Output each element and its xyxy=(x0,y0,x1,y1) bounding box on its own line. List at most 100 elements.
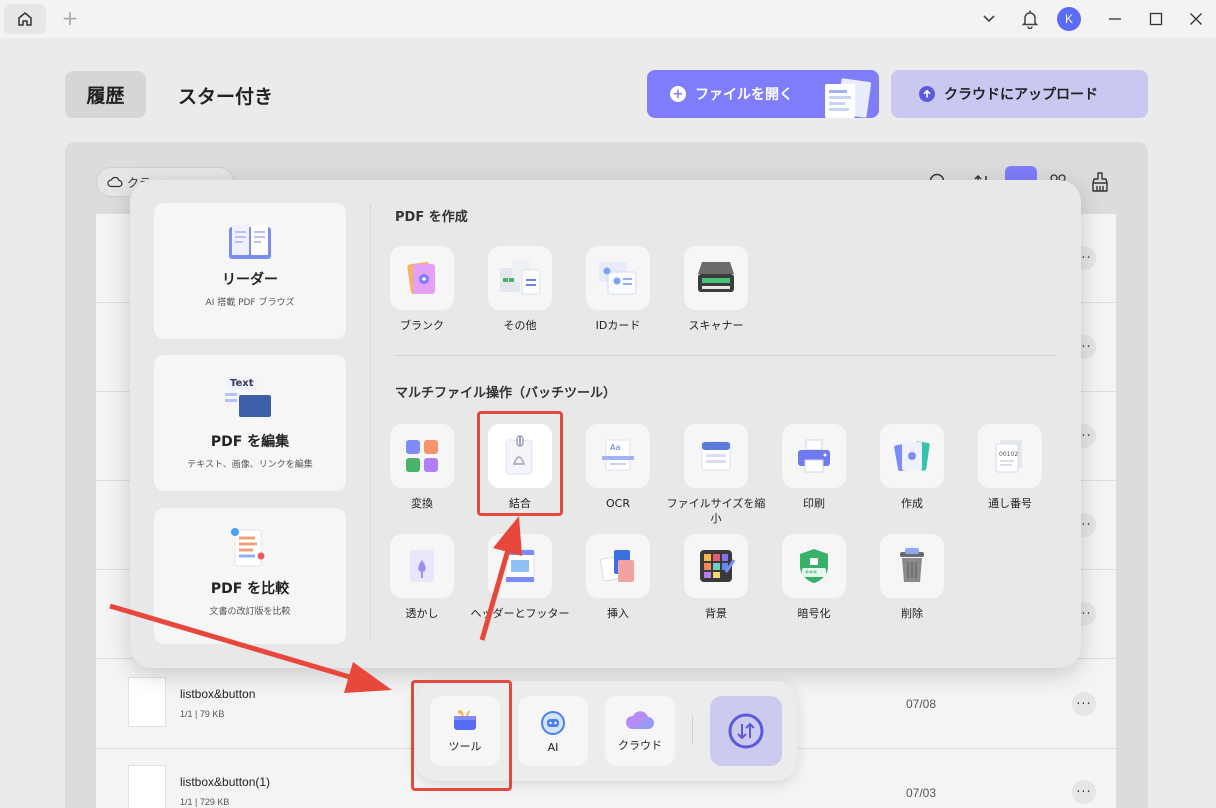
tile-label: 作成 xyxy=(901,497,923,510)
tile-label: 背景 xyxy=(705,607,727,620)
card-title: PDF を編集 xyxy=(210,434,290,450)
file-thumbnail xyxy=(128,765,166,808)
background-icon xyxy=(700,550,736,582)
sync-button[interactable] xyxy=(710,696,782,766)
close-icon[interactable] xyxy=(1185,8,1207,30)
compare-icon xyxy=(231,528,265,567)
id-card-button[interactable] xyxy=(586,246,650,310)
tile-label: 暗号化 xyxy=(797,607,831,620)
more-options-button[interactable]: ··· xyxy=(1072,780,1096,804)
delete-icon xyxy=(900,548,924,582)
background-button[interactable] xyxy=(684,534,748,598)
section-divider xyxy=(395,355,1057,356)
tile-label: 透かし xyxy=(405,607,439,620)
card-subtitle: 文書の改訂版を比較 xyxy=(209,607,291,617)
tile-label: スキャナー xyxy=(688,319,744,332)
card-title: PDF を比較 xyxy=(210,581,290,597)
file-thumbnail xyxy=(128,677,166,727)
header-footer-button[interactable] xyxy=(488,534,552,598)
blank-pdf-button[interactable] xyxy=(390,246,454,310)
tile-label: 挿入 xyxy=(607,607,629,620)
edit-text-icon: Text xyxy=(225,377,275,417)
svg-text:***: *** xyxy=(805,569,817,578)
scanner-button[interactable] xyxy=(684,246,748,310)
delete-button[interactable] xyxy=(880,534,944,598)
book-icon xyxy=(229,225,271,259)
combine-highlight-box xyxy=(477,411,563,516)
more-options-button[interactable]: ··· xyxy=(1072,692,1096,716)
svg-text:Aa: Aa xyxy=(610,443,620,452)
file-meta: 1/1 | 729 KB xyxy=(180,797,230,807)
id-card-icon xyxy=(599,262,637,295)
tile-label: その他 xyxy=(503,319,537,332)
upload-to-cloud-button[interactable]: クラウドにアップロード xyxy=(891,70,1148,118)
ocr-button[interactable]: Aa xyxy=(586,424,650,488)
tools-highlight-box xyxy=(411,680,512,791)
tile-label: ファイルサイズを縮小 xyxy=(666,497,766,525)
convert-icon xyxy=(406,440,438,472)
popup-divider xyxy=(370,204,371,642)
tile-label: IDカード xyxy=(595,319,641,332)
encrypt-button[interactable]: *** xyxy=(782,534,846,598)
user-avatar[interactable]: K xyxy=(1057,7,1081,31)
compress-button[interactable] xyxy=(684,424,748,488)
file-date: 07/08 xyxy=(906,697,937,711)
convert-button[interactable] xyxy=(390,424,454,488)
insert-icon xyxy=(600,550,634,582)
cloud-button[interactable]: クラウド xyxy=(605,696,675,766)
header-footer-icon xyxy=(505,549,535,583)
upload-label: クラウドにアップロード xyxy=(944,87,1098,103)
bates-number-button[interactable]: 00102 xyxy=(978,424,1042,488)
plus-circle-icon: + xyxy=(670,86,686,102)
toolbar-separator xyxy=(692,716,693,744)
tile-label: 印刷 xyxy=(803,497,825,510)
watermark-button[interactable] xyxy=(390,534,454,598)
reader-card[interactable]: リーダー AI 搭載 PDF ブラウズ xyxy=(154,203,346,339)
compress-icon xyxy=(701,441,731,471)
insert-button[interactable] xyxy=(586,534,650,598)
maximize-icon[interactable] xyxy=(1145,8,1167,30)
tile-label: ヘッダーとフッター xyxy=(470,607,570,620)
edit-icon-text: Text xyxy=(227,377,257,390)
tab-history[interactable]: 履歴 xyxy=(65,71,146,118)
print-icon xyxy=(798,439,830,473)
new-tab-plus-icon[interactable]: + xyxy=(60,8,80,28)
tile-label: 削除 xyxy=(901,607,923,620)
documents-decoration-icon xyxy=(825,78,872,118)
chevron-down-icon[interactable] xyxy=(978,8,1000,30)
batch-section-title: マルチファイル操作（バッチツール） xyxy=(395,386,617,401)
bates-number-icon: 00102 xyxy=(995,440,1022,473)
cloud-label: クラウド xyxy=(618,739,662,752)
ai-label: AI xyxy=(547,740,559,754)
file-name: listbox&button(1) xyxy=(180,775,271,789)
ai-button[interactable]: AI xyxy=(518,696,588,766)
tab-starred[interactable]: スター付き xyxy=(178,82,273,109)
clean-broom-icon[interactable] xyxy=(1088,170,1112,198)
create-section-title: PDF を作成 xyxy=(395,210,468,225)
card-subtitle: AI 搭載 PDF ブラウズ xyxy=(205,298,295,308)
home-tab[interactable] xyxy=(4,4,46,34)
card-subtitle: テキスト、画像、リンクを編集 xyxy=(187,460,313,470)
minimize-icon[interactable] xyxy=(1104,8,1126,30)
svg-text:00102: 00102 xyxy=(999,451,1018,458)
card-title: リーダー xyxy=(222,272,278,288)
cloud-icon xyxy=(107,176,123,188)
tile-label: OCR xyxy=(606,497,630,510)
edit-pdf-card[interactable]: Text PDF を編集 テキスト、画像、リンクを編集 xyxy=(154,355,346,491)
upload-arrow-icon xyxy=(919,86,935,102)
bell-icon[interactable] xyxy=(1019,8,1041,30)
open-file-button[interactable]: + ファイルを開く xyxy=(647,70,879,118)
print-button[interactable] xyxy=(782,424,846,488)
other-format-button[interactable] xyxy=(488,246,552,310)
file-name: listbox&button xyxy=(180,687,256,701)
compare-pdf-card[interactable]: PDF を比較 文書の改訂版を比較 xyxy=(154,508,346,644)
ocr-icon: Aa xyxy=(602,439,634,471)
sync-arrows-icon xyxy=(728,713,764,749)
blank-page-icon xyxy=(407,262,435,294)
tile-label: 通し番号 xyxy=(988,497,1032,510)
tile-label: ブランク xyxy=(400,319,444,332)
watermark-icon xyxy=(410,550,434,582)
create-batch-button[interactable] xyxy=(880,424,944,488)
create-icon xyxy=(894,441,930,472)
file-meta: 1/1 | 79 KB xyxy=(180,709,225,719)
